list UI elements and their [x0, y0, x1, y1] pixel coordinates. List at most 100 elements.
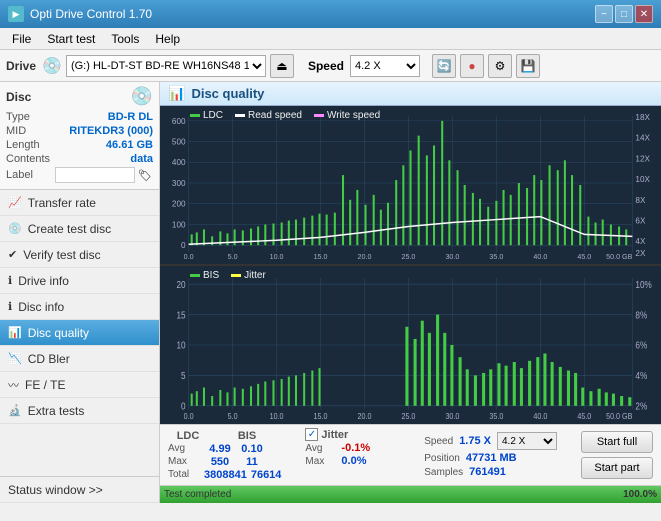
test-completed-text: Test completed	[164, 489, 231, 500]
top-chart-legend: LDC Read speed Write speed	[190, 110, 380, 121]
content-header-icon: 📊	[168, 85, 185, 102]
save-button[interactable]: 💾	[516, 54, 540, 78]
settings-button[interactable]: ⚙	[488, 54, 512, 78]
status-window-button[interactable]: Status window >>	[0, 477, 159, 503]
menu-help[interactable]: Help	[147, 30, 188, 48]
create-disc-icon: 💿	[8, 222, 22, 235]
jitter-label: Jitter	[321, 429, 348, 441]
svg-text:10.0: 10.0	[270, 412, 284, 422]
maximize-button[interactable]: □	[615, 5, 633, 23]
refresh-button[interactable]: 🔄	[432, 54, 456, 78]
bis-legend: BIS	[190, 270, 219, 281]
max-bis: 11	[240, 456, 264, 468]
svg-text:35.0: 35.0	[489, 412, 503, 422]
svg-text:50.0 GB: 50.0 GB	[606, 412, 632, 422]
window-controls: − □ ✕	[595, 5, 653, 23]
ldc-col-header: LDC	[168, 430, 208, 442]
svg-text:25.0: 25.0	[401, 412, 415, 422]
ldc-legend-dot	[190, 114, 200, 117]
cd-bler-icon: 📉	[8, 352, 22, 365]
start-full-button[interactable]: Start full	[581, 431, 653, 453]
svg-text:12X: 12X	[635, 154, 650, 163]
nav-verify-test-disc[interactable]: ✔ Verify test disc	[0, 242, 159, 268]
svg-text:4X: 4X	[635, 237, 646, 246]
svg-text:6%: 6%	[635, 340, 647, 351]
sidebar: Disc 💿 Type BD-R DL MID RITEKDR3 (000) L…	[0, 82, 160, 503]
max-jitter: 0.0%	[341, 455, 366, 467]
nav-cd-bler[interactable]: 📉 CD Bler	[0, 346, 159, 372]
bottom-chart-svg: 20 15 10 5 0 10% 8% 6% 4% 2% 0.0 5.0 10.…	[160, 266, 661, 424]
disc-button[interactable]: ●	[460, 54, 484, 78]
svg-text:15.0: 15.0	[314, 254, 328, 261]
disc-section-title: Disc	[6, 90, 31, 104]
bis-legend-dot	[190, 274, 200, 277]
write-speed-legend: Write speed	[314, 110, 380, 121]
close-button[interactable]: ✕	[635, 5, 653, 23]
nav-disc-quality[interactable]: 📊 Disc quality	[0, 320, 159, 346]
app-icon: ▶	[8, 6, 24, 22]
nav-buttons: 📈 Transfer rate 💿 Create test disc ✔ Ver…	[0, 190, 159, 424]
svg-text:5: 5	[181, 370, 186, 381]
bis-col-header: BIS	[232, 430, 262, 442]
content-area: 📊 Disc quality LDC Read speed	[160, 82, 661, 503]
drive-select[interactable]: (G:) HL-DT-ST BD-RE WH16NS48 1.D3	[66, 55, 266, 77]
svg-text:400: 400	[172, 158, 186, 167]
extra-tests-icon: 🔬	[8, 404, 22, 417]
position-label: Position	[424, 453, 460, 464]
disc-label-input[interactable]	[55, 167, 135, 183]
disc-type-label: Type	[6, 111, 30, 123]
app-title: Opti Drive Control 1.70	[30, 7, 152, 21]
svg-text:15.0: 15.0	[314, 412, 328, 422]
nav-fe-te[interactable]: 〰 FE / TE	[0, 372, 159, 398]
content-header-title: Disc quality	[191, 86, 264, 101]
svg-text:14X: 14X	[635, 134, 650, 143]
disc-label-icon[interactable]: 🏷	[137, 167, 153, 183]
bottom-chart-legend: BIS Jitter	[190, 270, 266, 281]
svg-text:5.0: 5.0	[228, 254, 238, 261]
total-ldc: 3808841	[204, 469, 247, 481]
svg-text:10.0: 10.0	[270, 254, 284, 261]
nav-disc-info[interactable]: ℹ Disc info	[0, 294, 159, 320]
eject-button[interactable]: ⏏	[270, 54, 294, 78]
verify-icon: ✔	[8, 248, 17, 261]
bottom-chart: BIS Jitter	[160, 266, 661, 424]
svg-text:30.0: 30.0	[445, 412, 459, 422]
start-part-button[interactable]: Start part	[581, 457, 653, 479]
jitter-checkbox[interactable]: ✓	[305, 428, 318, 441]
progress-bar-fill	[160, 486, 661, 503]
menu-file[interactable]: File	[4, 30, 39, 48]
content-header: 📊 Disc quality	[160, 82, 661, 106]
nav-transfer-rate[interactable]: 📈 Transfer rate	[0, 190, 159, 216]
title-bar: ▶ Opti Drive Control 1.70 − □ ✕	[0, 0, 661, 28]
svg-text:4%: 4%	[635, 370, 647, 381]
drive-icon: 💿	[42, 56, 62, 76]
svg-text:40.0: 40.0	[533, 254, 547, 261]
minimize-button[interactable]: −	[595, 5, 613, 23]
svg-text:50.0 GB: 50.0 GB	[606, 254, 633, 261]
svg-text:0.0: 0.0	[184, 412, 195, 422]
avg-ldc: 4.99	[204, 443, 236, 455]
avg-jitter: -0.1%	[341, 442, 370, 454]
menu-tools[interactable]: Tools	[103, 30, 147, 48]
speed-select[interactable]: 4.2 X	[350, 55, 420, 77]
nav-extra-tests[interactable]: 🔬 Extra tests	[0, 398, 159, 424]
menu-start-test[interactable]: Start test	[39, 30, 103, 48]
disc-type-value: BD-R DL	[108, 111, 153, 123]
speed-col-label: Speed	[424, 436, 453, 447]
speed-val: 1.75 X	[459, 435, 491, 447]
speed-label: Speed	[308, 59, 344, 73]
ldc-legend: LDC	[190, 110, 223, 121]
read-speed-legend: Read speed	[235, 110, 302, 121]
stats-bar: LDC BIS Avg 4.99 0.10 Max 550 11 Total	[160, 424, 661, 485]
svg-text:10X: 10X	[635, 175, 650, 184]
svg-text:600: 600	[172, 117, 186, 126]
svg-text:30.0: 30.0	[445, 254, 459, 261]
transfer-rate-icon: 📈	[8, 196, 22, 209]
charts-area: LDC Read speed Write speed	[160, 106, 661, 485]
progress-percent: 100.0%	[623, 489, 657, 500]
nav-drive-info[interactable]: ℹ Drive info	[0, 268, 159, 294]
nav-create-test-disc[interactable]: 💿 Create test disc	[0, 216, 159, 242]
svg-text:300: 300	[172, 179, 186, 188]
svg-text:2%: 2%	[635, 401, 647, 412]
speed-select-stat[interactable]: 4.2 X	[497, 432, 557, 450]
